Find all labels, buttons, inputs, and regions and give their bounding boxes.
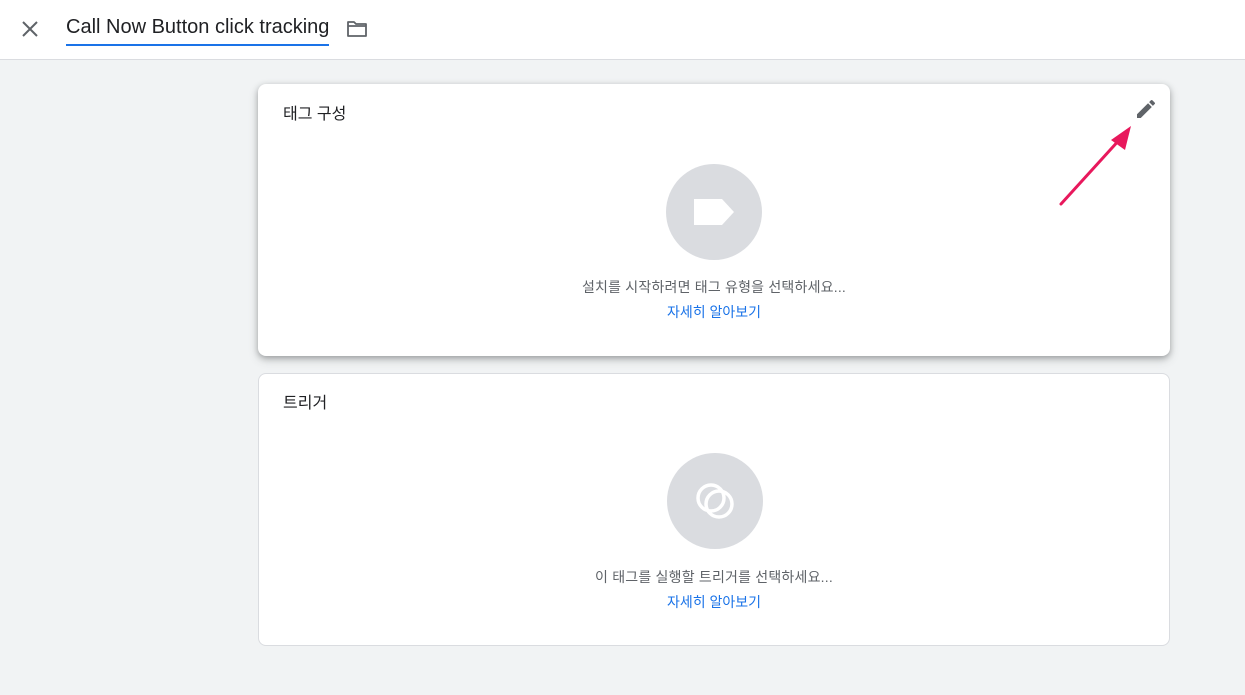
triggering-card[interactable]: 트리거 이 태그를 실행할 트리거를 선택하세요... 자세히 알아보기	[258, 373, 1170, 646]
tag-placeholder[interactable]	[666, 164, 762, 260]
folder-icon	[347, 21, 367, 37]
trigger-icon	[696, 483, 734, 519]
tag-type-hint: 설치를 시작하려면 태그 유형을 선택하세요...	[581, 279, 847, 295]
tag-configuration-title: 태그 구성	[283, 106, 347, 123]
editor-header: Call Now Button click tracking	[0, 0, 1245, 60]
tag-icon	[694, 199, 734, 225]
learn-more-link[interactable]: 자세히 알아보기	[259, 592, 1169, 612]
tag-configuration-card[interactable]: 태그 구성 설치를 시작하려면 태그 유형을 선택하세요... 자세히 알아보기	[258, 84, 1170, 356]
triggering-title: 트리거	[283, 395, 328, 412]
close-button[interactable]	[18, 17, 42, 41]
learn-more-link[interactable]: 자세히 알아보기	[258, 302, 1170, 322]
pencil-icon	[1137, 99, 1156, 118]
close-icon	[22, 21, 38, 37]
edit-button[interactable]	[1134, 97, 1158, 121]
trigger-hint: 이 태그를 실행할 트리거를 선택하세요...	[595, 569, 833, 585]
tag-name-input[interactable]: Call Now Button click tracking	[66, 15, 330, 46]
folder-button[interactable]	[345, 17, 369, 41]
trigger-placeholder[interactable]	[667, 453, 763, 549]
